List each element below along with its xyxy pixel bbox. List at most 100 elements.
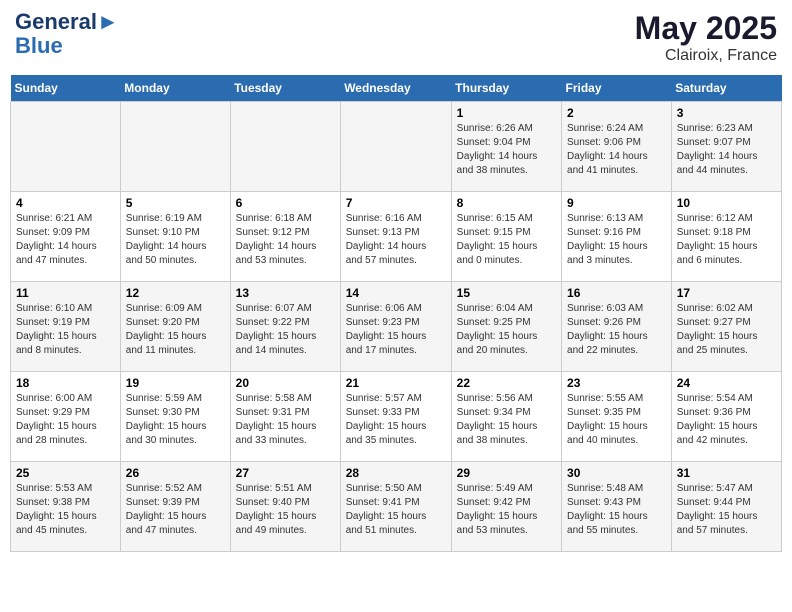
day-info: Sunrise: 6:24 AM Sunset: 9:06 PM Dayligh… (567, 122, 666, 178)
day-cell: 25 Sunrise: 5:53 AM Sunset: 9:38 PM Dayli… (11, 462, 121, 552)
day-cell: 27 Sunrise: 5:51 AM Sunset: 9:40 PM Dayli… (230, 462, 340, 552)
day-number: 26 (126, 466, 225, 480)
day-cell: 8 Sunrise: 6:15 AM Sunset: 9:15 PM Daylig… (451, 192, 561, 282)
day-number: 3 (677, 106, 776, 120)
day-info: Sunrise: 6:21 AM Sunset: 9:09 PM Dayligh… (16, 212, 115, 268)
title-block: May 2025 Clairoix, France (635, 10, 777, 65)
day-cell: 13 Sunrise: 6:07 AM Sunset: 9:22 PM Dayli… (230, 282, 340, 372)
main-title: May 2025 (635, 10, 777, 47)
logo-text-blue: Blue (15, 34, 119, 58)
day-info: Sunrise: 6:19 AM Sunset: 9:10 PM Dayligh… (126, 212, 225, 268)
logo-text-general: General (15, 9, 97, 34)
weekday-header-saturday: Saturday (671, 75, 781, 102)
day-info: Sunrise: 5:51 AM Sunset: 9:40 PM Dayligh… (236, 482, 335, 538)
day-number: 19 (126, 376, 225, 390)
day-info: Sunrise: 5:52 AM Sunset: 9:39 PM Dayligh… (126, 482, 225, 538)
day-cell: 2 Sunrise: 6:24 AM Sunset: 9:06 PM Daylig… (562, 102, 672, 192)
day-info: Sunrise: 5:48 AM Sunset: 9:43 PM Dayligh… (567, 482, 666, 538)
day-info: Sunrise: 6:07 AM Sunset: 9:22 PM Dayligh… (236, 302, 335, 358)
day-cell: 15 Sunrise: 6:04 AM Sunset: 9:25 PM Dayli… (451, 282, 561, 372)
week-row-5: 25 Sunrise: 5:53 AM Sunset: 9:38 PM Dayli… (11, 462, 782, 552)
week-row-2: 4 Sunrise: 6:21 AM Sunset: 9:09 PM Daylig… (11, 192, 782, 282)
day-number: 27 (236, 466, 335, 480)
day-number: 24 (677, 376, 776, 390)
day-cell: 30 Sunrise: 5:48 AM Sunset: 9:43 PM Dayli… (562, 462, 672, 552)
day-info: Sunrise: 5:59 AM Sunset: 9:30 PM Dayligh… (126, 392, 225, 448)
day-number: 11 (16, 286, 115, 300)
day-cell: 31 Sunrise: 5:47 AM Sunset: 9:44 PM Dayli… (671, 462, 781, 552)
day-info: Sunrise: 5:53 AM Sunset: 9:38 PM Dayligh… (16, 482, 115, 538)
day-number: 12 (126, 286, 225, 300)
day-info: Sunrise: 6:13 AM Sunset: 9:16 PM Dayligh… (567, 212, 666, 268)
day-number: 28 (346, 466, 446, 480)
day-number: 17 (677, 286, 776, 300)
day-cell: 10 Sunrise: 6:12 AM Sunset: 9:18 PM Dayli… (671, 192, 781, 282)
day-number: 7 (346, 196, 446, 210)
day-info: Sunrise: 6:00 AM Sunset: 9:29 PM Dayligh… (16, 392, 115, 448)
week-row-4: 18 Sunrise: 6:00 AM Sunset: 9:29 PM Dayli… (11, 372, 782, 462)
week-row-1: 1 Sunrise: 6:26 AM Sunset: 9:04 PM Daylig… (11, 102, 782, 192)
day-cell: 6Sunrise: 6:18 AM Sunset: 9:12 PM Daylig… (230, 192, 340, 282)
day-number: 31 (677, 466, 776, 480)
day-number: 6 (236, 196, 335, 210)
logo-icon: ► (97, 9, 119, 34)
page-header: General► Blue May 2025 Clairoix, France (10, 10, 782, 65)
day-cell: 28 Sunrise: 5:50 AM Sunset: 9:41 PM Dayli… (340, 462, 451, 552)
day-cell: 16Sunrise: 6:03 AM Sunset: 9:26 PM Dayli… (562, 282, 672, 372)
day-info: Sunrise: 6:03 AM Sunset: 9:26 PM Dayligh… (567, 302, 666, 358)
day-number: 10 (677, 196, 776, 210)
week-row-3: 11 Sunrise: 6:10 AM Sunset: 9:19 PM Dayli… (11, 282, 782, 372)
day-info: Sunrise: 5:47 AM Sunset: 9:44 PM Dayligh… (677, 482, 776, 538)
day-number: 4 (16, 196, 115, 210)
day-number: 18 (16, 376, 115, 390)
day-number: 8 (457, 196, 556, 210)
day-info: Sunrise: 6:04 AM Sunset: 9:25 PM Dayligh… (457, 302, 556, 358)
day-cell (340, 102, 451, 192)
day-cell: 3Sunrise: 6:23 AM Sunset: 9:07 PM Daylig… (671, 102, 781, 192)
day-info: Sunrise: 6:10 AM Sunset: 9:19 PM Dayligh… (16, 302, 115, 358)
day-cell (230, 102, 340, 192)
day-number: 13 (236, 286, 335, 300)
day-info: Sunrise: 5:56 AM Sunset: 9:34 PM Dayligh… (457, 392, 556, 448)
day-info: Sunrise: 5:50 AM Sunset: 9:41 PM Dayligh… (346, 482, 446, 538)
day-info: Sunrise: 5:49 AM Sunset: 9:42 PM Dayligh… (457, 482, 556, 538)
day-number: 23 (567, 376, 666, 390)
day-cell: 11 Sunrise: 6:10 AM Sunset: 9:19 PM Dayli… (11, 282, 121, 372)
day-info: Sunrise: 6:16 AM Sunset: 9:13 PM Dayligh… (346, 212, 446, 268)
day-info: Sunrise: 5:57 AM Sunset: 9:33 PM Dayligh… (346, 392, 446, 448)
day-info: Sunrise: 5:54 AM Sunset: 9:36 PM Dayligh… (677, 392, 776, 448)
logo: General► Blue (15, 10, 119, 58)
weekday-header-tuesday: Tuesday (230, 75, 340, 102)
day-number: 14 (346, 286, 446, 300)
day-number: 1 (457, 106, 556, 120)
day-info: Sunrise: 6:06 AM Sunset: 9:23 PM Dayligh… (346, 302, 446, 358)
day-cell: 1 Sunrise: 6:26 AM Sunset: 9:04 PM Daylig… (451, 102, 561, 192)
weekday-header-friday: Friday (562, 75, 672, 102)
day-cell: 4 Sunrise: 6:21 AM Sunset: 9:09 PM Daylig… (11, 192, 121, 282)
day-cell: 17Sunrise: 6:02 AM Sunset: 9:27 PM Dayli… (671, 282, 781, 372)
day-cell: 12 Sunrise: 6:09 AM Sunset: 9:20 PM Dayli… (120, 282, 230, 372)
calendar-table: SundayMondayTuesdayWednesdayThursdayFrid… (10, 75, 782, 552)
day-number: 5 (126, 196, 225, 210)
day-cell: 20Sunrise: 5:58 AM Sunset: 9:31 PM Dayli… (230, 372, 340, 462)
day-info: Sunrise: 6:26 AM Sunset: 9:04 PM Dayligh… (457, 122, 556, 178)
day-cell: 5 Sunrise: 6:19 AM Sunset: 9:10 PM Daylig… (120, 192, 230, 282)
subtitle: Clairoix, France (635, 47, 777, 65)
day-info: Sunrise: 6:09 AM Sunset: 9:20 PM Dayligh… (126, 302, 225, 358)
day-cell: 9Sunrise: 6:13 AM Sunset: 9:16 PM Daylig… (562, 192, 672, 282)
day-cell: 26 Sunrise: 5:52 AM Sunset: 9:39 PM Dayli… (120, 462, 230, 552)
weekday-header-thursday: Thursday (451, 75, 561, 102)
day-info: Sunrise: 5:58 AM Sunset: 9:31 PM Dayligh… (236, 392, 335, 448)
day-number: 15 (457, 286, 556, 300)
day-cell (120, 102, 230, 192)
day-number: 22 (457, 376, 556, 390)
day-number: 30 (567, 466, 666, 480)
day-info: Sunrise: 6:15 AM Sunset: 9:15 PM Dayligh… (457, 212, 556, 268)
day-cell (11, 102, 121, 192)
day-cell: 29Sunrise: 5:49 AM Sunset: 9:42 PM Dayli… (451, 462, 561, 552)
day-number: 25 (16, 466, 115, 480)
day-number: 21 (346, 376, 446, 390)
day-cell: 7 Sunrise: 6:16 AM Sunset: 9:13 PM Daylig… (340, 192, 451, 282)
day-number: 2 (567, 106, 666, 120)
day-info: Sunrise: 6:12 AM Sunset: 9:18 PM Dayligh… (677, 212, 776, 268)
